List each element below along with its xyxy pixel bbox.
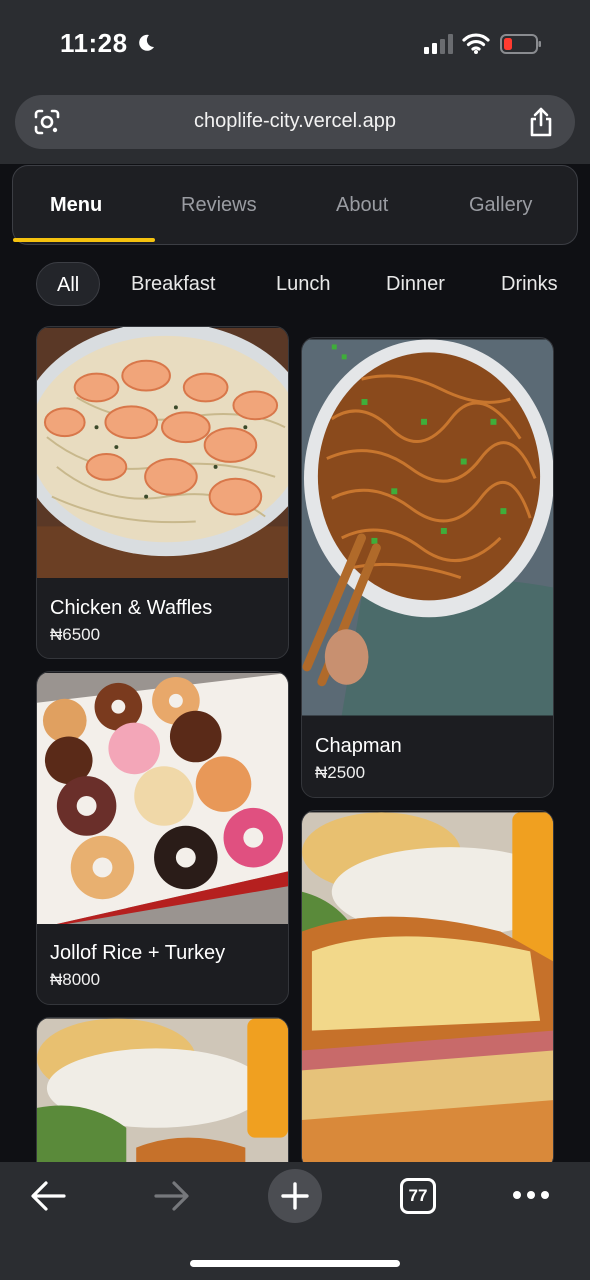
battery-low-icon xyxy=(500,34,541,54)
menu-item-name: Chapman xyxy=(315,735,402,757)
section-tabs: Menu Reviews About Gallery xyxy=(12,165,578,245)
more-options-icon[interactable] xyxy=(512,1190,550,1200)
food-image-shrimp-pasta xyxy=(37,327,288,579)
menu-card[interactable]: Jollof Rice + Turkey ₦8000 xyxy=(36,671,289,1005)
menu-item-name: Chicken & Waffles xyxy=(50,597,213,619)
tab-about[interactable]: About xyxy=(336,194,388,217)
menu-item-price: ₦8000 xyxy=(50,970,101,989)
menu-card[interactable] xyxy=(301,810,554,1162)
new-tab-button[interactable] xyxy=(268,1169,322,1223)
url-text[interactable]: choplife-city.vercel.app xyxy=(15,110,575,133)
tab-gallery[interactable]: Gallery xyxy=(469,194,532,217)
menu-item-price: ₦6500 xyxy=(50,625,101,644)
menu-item-name: Jollof Rice + Turkey xyxy=(50,942,226,964)
home-indicator xyxy=(190,1260,400,1267)
tab-reviews[interactable]: Reviews xyxy=(181,194,257,217)
category-filters: All Breakfast Lunch Dinner Drinks xyxy=(0,262,590,308)
address-bar[interactable]: choplife-city.vercel.app xyxy=(15,95,575,149)
active-tab-indicator xyxy=(13,238,155,242)
filter-dinner[interactable]: Dinner xyxy=(386,262,445,306)
share-icon[interactable] xyxy=(527,107,555,137)
plus-icon xyxy=(281,1182,309,1210)
browser-address-area: choplife-city.vercel.app xyxy=(0,90,590,164)
tab-switcher-button[interactable]: 77 xyxy=(400,1178,436,1214)
forward-arrow-icon[interactable] xyxy=(154,1180,190,1212)
menu-card[interactable]: Chapman ₦2500 xyxy=(301,337,554,798)
page-content: Menu Reviews About Gallery All Breakfast… xyxy=(0,164,590,1162)
moon-icon xyxy=(139,34,154,51)
wifi-icon xyxy=(462,33,490,54)
cellular-signal-icon xyxy=(424,34,453,54)
food-image-grilled-sandwich xyxy=(302,812,553,1162)
filter-breakfast[interactable]: Breakfast xyxy=(131,262,215,306)
food-image-breakfast-plate xyxy=(37,1018,288,1162)
status-time: 11:28 xyxy=(60,28,128,58)
menu-item-price: ₦2500 xyxy=(315,763,366,782)
back-arrow-icon[interactable] xyxy=(30,1180,66,1212)
filter-lunch[interactable]: Lunch xyxy=(276,262,331,306)
filter-all[interactable]: All xyxy=(36,262,101,306)
filter-drinks[interactable]: Drinks xyxy=(501,262,558,306)
menu-card[interactable] xyxy=(36,1017,289,1162)
status-bar: 11:28 xyxy=(0,0,590,90)
food-image-noodles xyxy=(302,339,553,716)
menu-card[interactable]: Chicken & Waffles ₦6500 xyxy=(36,326,289,659)
tab-menu[interactable]: Menu xyxy=(50,194,102,217)
food-image-donuts xyxy=(37,673,288,924)
